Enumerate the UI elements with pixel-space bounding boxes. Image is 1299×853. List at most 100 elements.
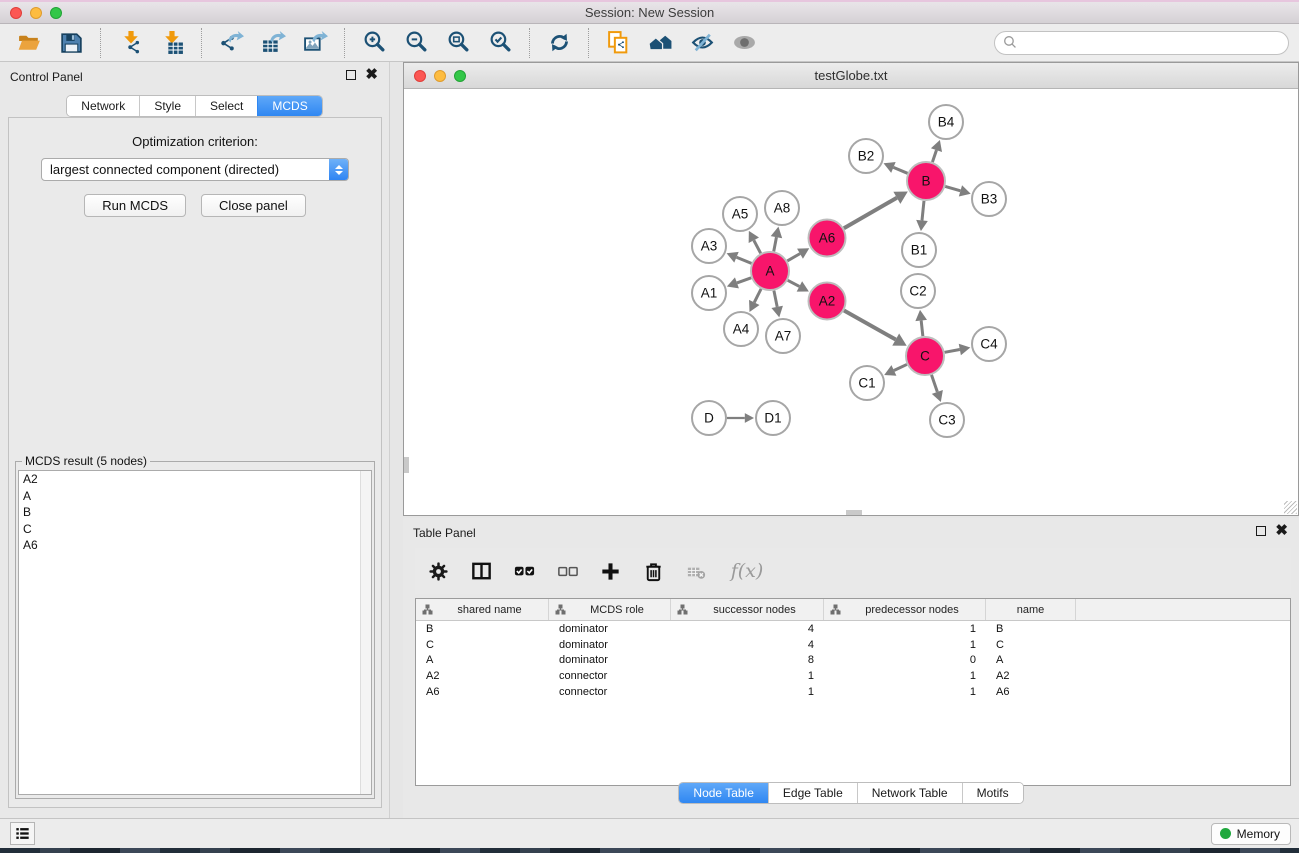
- tab-network[interactable]: Network: [67, 96, 139, 116]
- show-graphics-details-button[interactable]: [730, 29, 758, 57]
- table-cell: C: [986, 639, 1076, 651]
- graph-node-A1[interactable]: A1: [692, 276, 726, 310]
- import-network-button[interactable]: [116, 29, 144, 57]
- graph-node-C2[interactable]: C2: [901, 274, 935, 308]
- graph-node-A[interactable]: A: [751, 252, 789, 290]
- column-type-icon: [555, 604, 566, 615]
- graph-node-B1[interactable]: B1: [902, 233, 936, 267]
- import-table-button[interactable]: [158, 29, 186, 57]
- refresh-button[interactable]: [545, 29, 573, 57]
- table-row[interactable]: Cdominator41C: [416, 637, 1290, 653]
- graph-node-C4[interactable]: C4: [972, 327, 1006, 361]
- clone-network-button[interactable]: [604, 29, 632, 57]
- close-table-panel-icon[interactable]: ✖: [1275, 526, 1288, 536]
- table-panel-header: Table Panel ✖: [403, 518, 1299, 548]
- deselect-all-checkboxes-button[interactable]: [554, 558, 580, 584]
- table-row[interactable]: A2connector11A2: [416, 668, 1290, 684]
- table-row[interactable]: Bdominator41B: [416, 621, 1290, 637]
- svg-text:C4: C4: [980, 337, 998, 352]
- select-all-checkboxes-button[interactable]: [511, 558, 537, 584]
- mcds-result-item[interactable]: C: [19, 521, 371, 538]
- table-cell: 1: [824, 623, 986, 635]
- delete-column-button[interactable]: [640, 558, 666, 584]
- delete-table-button[interactable]: [683, 558, 709, 584]
- table-cell: dominator: [549, 639, 671, 651]
- graph-node-A6[interactable]: A6: [809, 220, 846, 257]
- table-cell: A6: [986, 686, 1076, 698]
- save-session-button[interactable]: [57, 29, 85, 57]
- tab-edge-table[interactable]: Edge Table: [768, 783, 857, 803]
- tab-select[interactable]: Select: [195, 96, 257, 116]
- canvas-bottom-handle[interactable]: [846, 510, 862, 515]
- network-canvas[interactable]: A A1 A2 A3 A4 A5 A6 A7 A8 B B1 B2 B3 B4 C C1 C2 C3 C4 D D1: [404, 89, 1298, 515]
- settings-button[interactable]: [425, 558, 451, 584]
- graph-node-B3[interactable]: B3: [972, 182, 1006, 216]
- table-cell: C: [416, 639, 549, 651]
- table-cell: B: [986, 623, 1076, 635]
- run-mcds-button[interactable]: Run MCDS: [84, 194, 186, 217]
- mcds-result-item[interactable]: A: [19, 488, 371, 505]
- mcds-result-list[interactable]: A2ABCA6: [18, 470, 372, 795]
- graph-node-D1[interactable]: D1: [756, 401, 790, 435]
- column-header-label: successor nodes: [690, 604, 819, 616]
- tab-node-table[interactable]: Node Table: [679, 783, 768, 803]
- table-row[interactable]: A6connector11A6: [416, 684, 1290, 700]
- hide-graphics-details-button[interactable]: [688, 29, 716, 57]
- graph-node-A5[interactable]: A5: [723, 197, 757, 231]
- memory-status-dot: [1220, 828, 1231, 839]
- tab-network-table[interactable]: Network Table: [857, 783, 962, 803]
- table-cell: A: [416, 654, 549, 666]
- table-row[interactable]: Adominator80A: [416, 653, 1290, 669]
- split-columns-button[interactable]: [468, 558, 494, 584]
- function-builder-button[interactable]: f(x): [726, 558, 768, 584]
- search-box[interactable]: [994, 31, 1289, 55]
- float-panel-icon[interactable]: [346, 70, 356, 80]
- column-header-successor-nodes[interactable]: successor nodes: [671, 599, 824, 620]
- graph-node-C[interactable]: C: [906, 337, 944, 375]
- graph-node-B[interactable]: B: [907, 162, 945, 200]
- home-button[interactable]: [646, 29, 674, 57]
- zoom-fit-button[interactable]: [444, 29, 472, 57]
- open-session-button[interactable]: [15, 29, 43, 57]
- tab-style[interactable]: Style: [139, 96, 195, 116]
- toolbar-group: [344, 28, 529, 58]
- zoom-out-button[interactable]: [402, 29, 430, 57]
- optimization-criterion-select[interactable]: largest connected component (directed): [41, 158, 349, 181]
- search-input[interactable]: [1019, 33, 1288, 53]
- export-network-button[interactable]: [217, 29, 245, 57]
- column-header-predecessor-nodes[interactable]: predecessor nodes: [824, 599, 986, 620]
- add-column-button[interactable]: [597, 558, 623, 584]
- close-panel-button[interactable]: Close panel: [201, 194, 306, 217]
- graph-node-D[interactable]: D: [692, 401, 726, 435]
- graph-node-C3[interactable]: C3: [930, 403, 964, 437]
- tab-motifs[interactable]: Motifs: [962, 783, 1023, 803]
- tab-mcds[interactable]: MCDS: [257, 96, 321, 116]
- task-history-button[interactable]: [10, 822, 35, 845]
- export-image-button[interactable]: [301, 29, 329, 57]
- zoom-in-button[interactable]: [360, 29, 388, 57]
- export-table-button[interactable]: [259, 29, 287, 57]
- zoom-selected-button[interactable]: [486, 29, 514, 57]
- mcds-list-scrollbar[interactable]: [360, 471, 371, 794]
- window-resize-grip[interactable]: [1284, 501, 1297, 514]
- main-toolbar: [0, 24, 1299, 62]
- mcds-result-item[interactable]: A6: [19, 537, 371, 554]
- float-table-panel-icon[interactable]: [1256, 526, 1266, 536]
- mcds-result-item[interactable]: A2: [19, 471, 371, 488]
- graph-node-A3[interactable]: A3: [692, 229, 726, 263]
- graph-node-A4[interactable]: A4: [724, 312, 758, 346]
- column-header-name[interactable]: name: [986, 599, 1076, 620]
- memory-button[interactable]: Memory: [1211, 823, 1291, 845]
- graph-node-B4[interactable]: B4: [929, 105, 963, 139]
- column-header-MCDS-role[interactable]: MCDS role: [549, 599, 671, 620]
- canvas-left-handle[interactable]: [404, 457, 409, 473]
- graph-node-C1[interactable]: C1: [850, 366, 884, 400]
- mcds-result-item[interactable]: B: [19, 504, 371, 521]
- column-header-shared-name[interactable]: shared name: [416, 599, 549, 620]
- graph-node-A7[interactable]: A7: [766, 319, 800, 353]
- graph-node-A2[interactable]: A2: [809, 283, 846, 320]
- graph-node-B2[interactable]: B2: [849, 139, 883, 173]
- close-panel-icon[interactable]: ✖: [365, 70, 378, 80]
- home-icon: [648, 30, 673, 55]
- graph-node-A8[interactable]: A8: [765, 191, 799, 225]
